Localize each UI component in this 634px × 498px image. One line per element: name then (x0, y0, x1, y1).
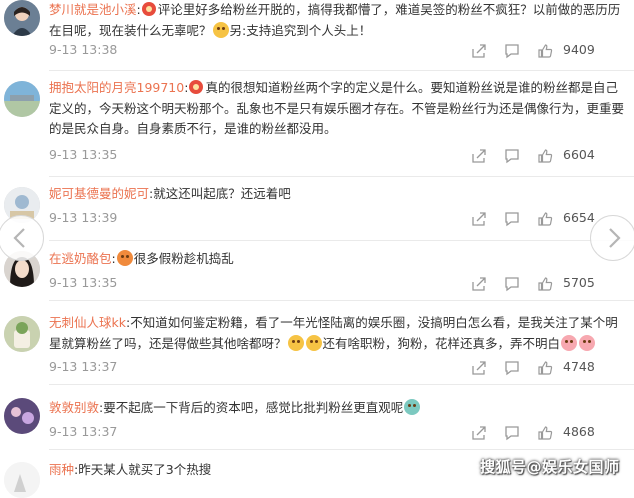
like-count: 6604 (563, 147, 595, 162)
comment-text: 拥抱太阳的月亮199710: 真的很想知道粉丝两个字的定义是什么。要知道粉丝说是谁… (49, 80, 625, 136)
comment-icon[interactable] (504, 43, 520, 59)
avatar[interactable] (4, 81, 40, 117)
share-icon[interactable] (471, 148, 487, 164)
badge-icon (141, 2, 156, 16)
share-icon[interactable] (471, 211, 487, 227)
comment-icon[interactable] (504, 360, 520, 376)
comment-username[interactable]: 在逃奶酪包 (49, 251, 112, 266)
divider (49, 176, 634, 177)
comment-username[interactable]: 梦川就是池小溪 (49, 2, 137, 17)
share-icon[interactable] (471, 425, 487, 441)
thumbs-up-icon[interactable] (537, 148, 553, 164)
angry-face-emoji-icon (116, 250, 133, 266)
divider (49, 449, 634, 450)
grimace-emoji-icon (287, 334, 304, 351)
timestamp: 9-13 13:39 (49, 210, 118, 225)
thumbs-up-icon[interactable] (537, 276, 553, 292)
dizzy-face-emoji-icon (579, 334, 596, 351)
avatar[interactable] (4, 462, 40, 498)
chevron-right-icon (609, 228, 621, 248)
share-icon[interactable] (471, 276, 487, 292)
timestamp: 9-13 13:38 (49, 42, 118, 57)
comment-body-continued: 另:支持追究到个人头上！ (229, 22, 372, 38)
comment-meta: 9-13 13:37 4748 (49, 359, 626, 377)
thumbs-up-icon[interactable] (537, 211, 553, 227)
comment-feed: 梦川就是池小溪: 评论里好多给粉丝开脱的，搞得我都懵了，难道吴签的粉丝不疯狂？以前… (0, 0, 634, 498)
like-count: 9409 (563, 42, 595, 57)
thinking-face-emoji-icon (212, 21, 229, 38)
watermark: 搜狐号@娱乐女国师 (480, 458, 620, 476)
comment-meta: 9-13 13:37 4868 (49, 424, 626, 442)
timestamp: 9-13 13:35 (49, 275, 118, 290)
comment-meta: 9-13 13:35 5705 (49, 275, 626, 293)
comment-body: 很多假粉趁机捣乱 (133, 251, 234, 266)
comment-username[interactable]: 雨种 (49, 462, 74, 477)
avatar[interactable] (4, 398, 40, 434)
comment-meta: 9-13 13:39 6654 (49, 210, 626, 228)
chevron-left-icon (13, 228, 25, 248)
sweat-face-emoji-icon (404, 399, 421, 415)
thumbs-up-icon[interactable] (537, 425, 553, 441)
divider (49, 300, 634, 301)
comment-icon[interactable] (504, 276, 520, 292)
comment-username[interactable]: 妮可基德曼的妮可 (49, 186, 149, 201)
comment-text: 无刺仙人球kk:不知道如何鉴定粉籍，看了一年光怪陆离的娱乐圈，没搞明白怎么看，是… (49, 315, 618, 351)
comment-meta: 9-13 13:38 9409 (49, 42, 626, 60)
comment-icon[interactable] (504, 148, 520, 164)
comment-text: 在逃奶酪包: 很多假粉趁机捣乱 (49, 250, 234, 266)
divider (49, 384, 634, 385)
comment-body: 要不起底一下背后的资本吧，感觉比批判粉丝更直观呢 (103, 400, 404, 415)
comment-meta: 9-13 13:35 6604 (49, 147, 626, 165)
like-count: 4748 (563, 359, 595, 374)
carousel-prev-button[interactable] (0, 215, 44, 261)
divider (49, 70, 634, 71)
like-count: 4868 (563, 424, 595, 439)
avatar[interactable] (4, 316, 40, 352)
timestamp: 9-13 13:37 (49, 424, 118, 439)
thumbs-up-icon[interactable] (537, 43, 553, 59)
dizzy-face-emoji-icon (561, 334, 578, 351)
comment-body: 昨天某人就买了3个热搜 (78, 462, 212, 477)
share-icon[interactable] (471, 360, 487, 376)
like-count: 5705 (563, 275, 595, 290)
comment-username[interactable]: 敦敦别敦 (49, 400, 99, 415)
grimace-emoji-icon (305, 334, 322, 351)
comment-body-continued: 还有啥职粉，狗粉，花样还真多，弄不明白 (322, 335, 561, 351)
comment-icon[interactable] (504, 425, 520, 441)
comment-body: 就这还叫起底？还远着吧 (153, 186, 291, 201)
comment-text: 梦川就是池小溪: 评论里好多给粉丝开脱的，搞得我都懵了，难道吴签的粉丝不疯狂？以前… (49, 2, 621, 38)
badge-icon (189, 80, 204, 94)
comment-username[interactable]: 无刺仙人球kk (49, 315, 126, 330)
avatar[interactable] (4, 0, 40, 36)
comment-icon[interactable] (504, 211, 520, 227)
comment-username[interactable]: 拥抱太阳的月亮199710 (49, 80, 184, 95)
comment-text: 妮可基德曼的妮可:就这还叫起底？还远着吧 (49, 186, 291, 201)
carousel-next-button[interactable] (590, 215, 634, 261)
thumbs-up-icon[interactable] (537, 360, 553, 376)
divider (49, 240, 634, 241)
share-icon[interactable] (471, 43, 487, 59)
timestamp: 9-13 13:37 (49, 359, 118, 374)
comment-text: 敦敦别敦:要不起底一下背后的资本吧，感觉比批判粉丝更直观呢 (49, 398, 626, 419)
timestamp: 9-13 13:35 (49, 147, 118, 162)
